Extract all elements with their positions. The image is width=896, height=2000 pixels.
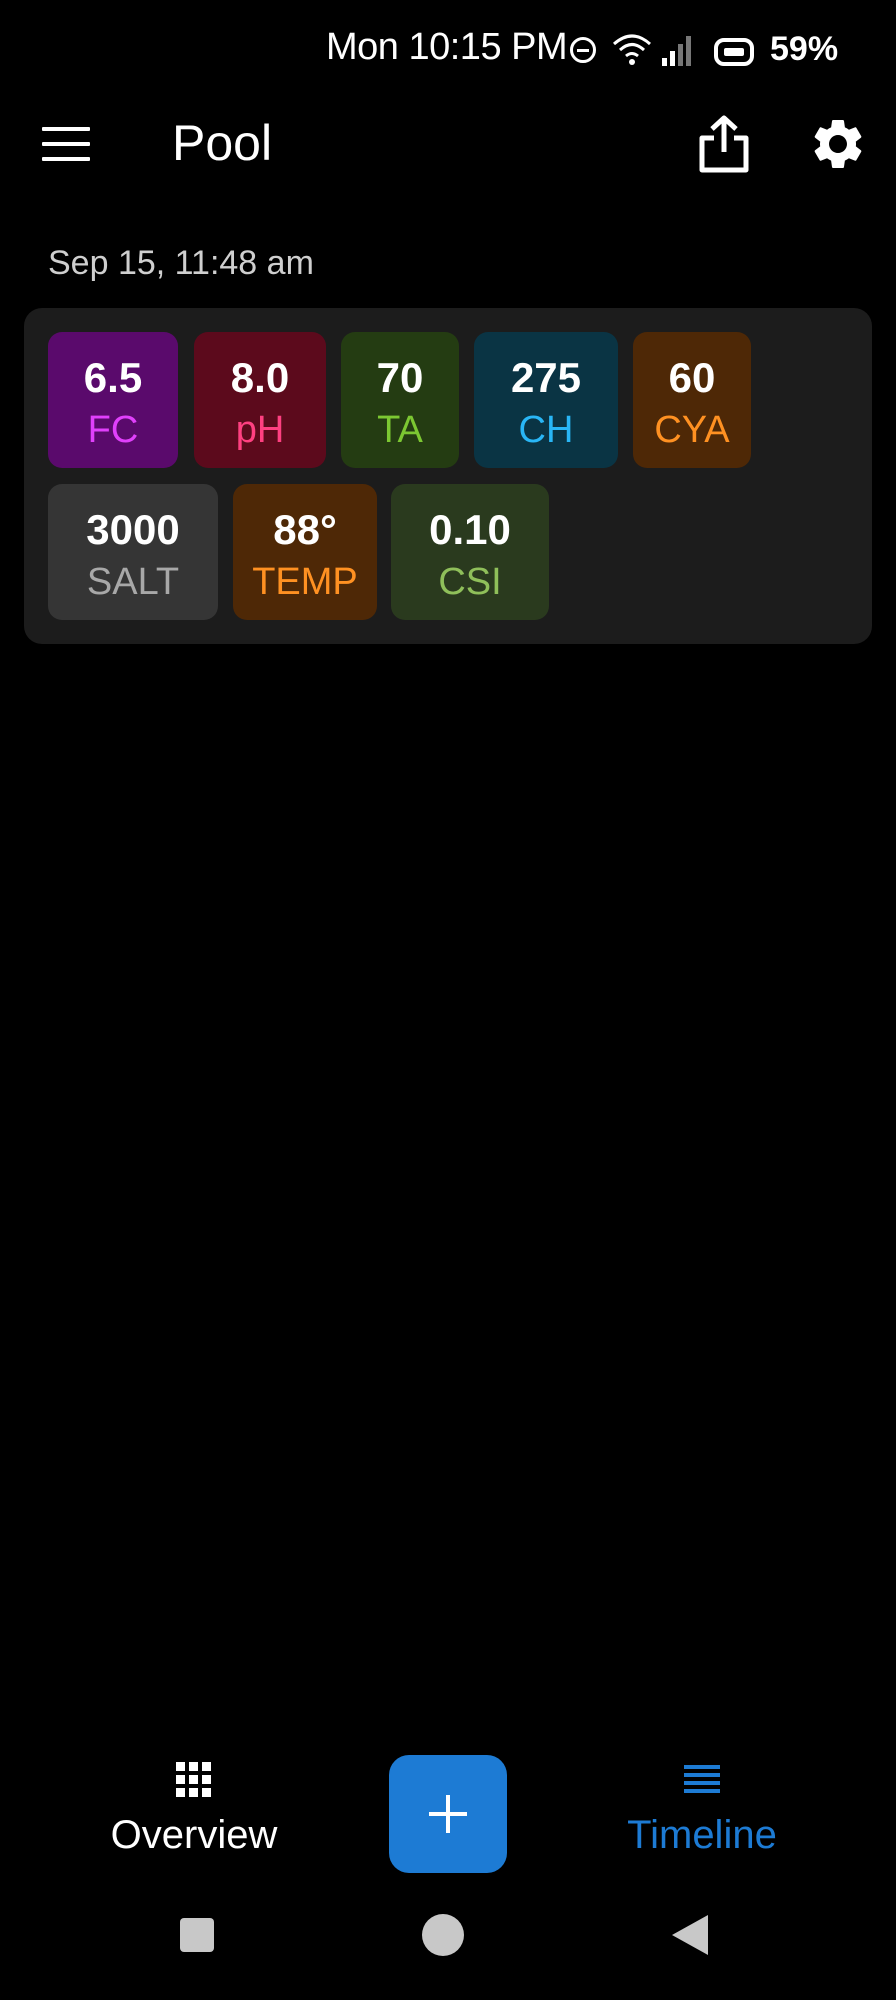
reading-value: 8.0 xyxy=(230,354,290,401)
readings-card[interactable]: 6.5 FC 8.0 pH 70 TA 275 CH 60 CYA 3000 S… xyxy=(24,308,872,644)
home-button[interactable] xyxy=(422,1914,464,1956)
gear-icon[interactable] xyxy=(808,114,868,174)
nav-overview-label: Overview xyxy=(110,1813,278,1857)
reading-label: TEMP xyxy=(252,561,358,603)
reading-value: 275 xyxy=(510,354,582,401)
reading-tile-ch[interactable]: 275 CH xyxy=(474,332,618,468)
nav-overview[interactable]: Overview xyxy=(96,1760,292,1858)
reading-tile-ph[interactable]: 8.0 pH xyxy=(194,332,326,468)
app-bar: Pool xyxy=(0,100,896,190)
nav-timeline[interactable]: Timeline xyxy=(602,1760,802,1858)
reading-label: pH xyxy=(235,409,285,451)
reading-tile-temp[interactable]: 88° TEMP xyxy=(233,484,377,620)
wifi-icon xyxy=(613,34,651,65)
battery-percentage: 59% xyxy=(770,30,839,68)
share-icon[interactable] xyxy=(696,114,752,174)
reading-value: 3000 xyxy=(86,506,180,553)
battery-icon xyxy=(714,38,754,66)
add-reading-button[interactable] xyxy=(389,1755,507,1873)
reading-tile-fc[interactable]: 6.5 FC xyxy=(48,332,178,468)
reading-date: Sep 15, 11:48 am xyxy=(48,244,314,282)
reading-tile-csi[interactable]: 0.10 CSI xyxy=(391,484,549,620)
grid-icon xyxy=(176,1762,211,1797)
reading-value: 0.10 xyxy=(429,506,511,553)
reading-tile-ta[interactable]: 70 TA xyxy=(341,332,459,468)
reading-tile-cya[interactable]: 60 CYA xyxy=(633,332,751,468)
reading-label: CYA xyxy=(654,409,730,451)
status-bar: Mon 10:15 PM 59% xyxy=(0,22,896,78)
reading-label: TA xyxy=(377,409,423,451)
list-icon xyxy=(684,1765,720,1793)
do-not-disturb-icon xyxy=(570,37,596,63)
reading-label: CSI xyxy=(438,561,502,603)
reading-value: 88° xyxy=(273,506,337,553)
back-button[interactable] xyxy=(672,1915,708,1955)
recents-button[interactable] xyxy=(180,1918,214,1952)
reading-label: FC xyxy=(87,409,139,451)
reading-value: 70 xyxy=(376,354,424,401)
reading-label: SALT xyxy=(86,561,180,603)
status-time: Mon 10:15 PM xyxy=(326,26,568,68)
page-title: Pool xyxy=(172,115,273,171)
menu-icon[interactable] xyxy=(42,127,90,163)
nav-timeline-label: Timeline xyxy=(627,1813,777,1857)
reading-value: 60 xyxy=(668,354,716,401)
reading-label: CH xyxy=(518,409,574,451)
signal-icon xyxy=(662,36,691,66)
reading-tile-salt[interactable]: 3000 SALT xyxy=(48,484,218,620)
reading-value: 6.5 xyxy=(83,354,143,401)
